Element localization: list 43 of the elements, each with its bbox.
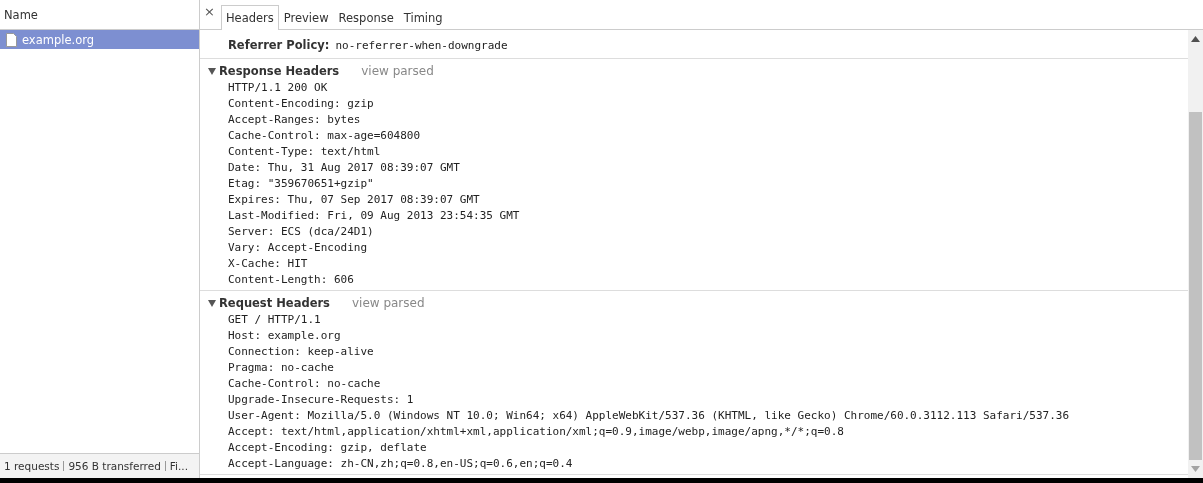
document-icon: [6, 32, 17, 47]
section-title[interactable]: Request Headers: [219, 296, 330, 310]
header-line: Accept-Language: zh-CN,zh;q=0.8,en-US;q=0.6,en;q=0.4: [227, 456, 574, 472]
header-line: Vary: Accept-Encoding: [227, 240, 369, 256]
header-line: Cache-Control: no-cache: [227, 376, 382, 392]
status-text: 1 requests: [4, 460, 60, 472]
header-line: User-Agent: Mozilla/5.0 (Windows NT 10.0; Win64; x64) AppleWebKit/537.36 (KHTML, like Gecko) Chrome/60.0.3112.113 Safari/537.36: [227, 408, 1071, 424]
tab[interactable]: Headers: [220, 5, 279, 30]
header-name: Referrer Policy:: [228, 38, 330, 52]
header-line: Content-Length: 606: [227, 272, 355, 288]
scroll-up-icon[interactable]: [1191, 36, 1200, 42]
header-line: Accept: text/html,application/xhtml+xml,application/xml;q=0.9,image/webp,image/apng,*/*;q=0.8: [227, 424, 845, 440]
header-line: Accept-Ranges: bytes: [227, 112, 362, 128]
header-line: Connection: keep-alive: [227, 344, 375, 360]
scrollbar-thumb[interactable]: [1189, 112, 1202, 460]
header-line: Cache-Control: max-age=604800: [227, 128, 422, 144]
section-title[interactable]: Response Headers: [219, 64, 340, 78]
header-line: X-Cache: HIT: [227, 256, 309, 272]
tab[interactable]: Timing: [398, 5, 448, 29]
header-line: GET / HTTP/1.1: [227, 312, 322, 328]
header-line: Content-Encoding: gzip: [227, 96, 375, 112]
header-line: Host: example.org: [227, 328, 342, 344]
expanded-triangle-icon[interactable]: [208, 299, 216, 307]
status-text: 956 B transferred: [68, 460, 161, 472]
expanded-triangle-icon[interactable]: [208, 67, 216, 75]
header-line: Upgrade-Insecure-Requests: 1: [227, 392, 415, 408]
header-line: Content-Type: text/html: [227, 144, 382, 160]
header-line: Last-Modified: Fri, 09 Aug 2013 23:54:35 GMT: [227, 208, 521, 224]
tab[interactable]: Response: [333, 5, 399, 29]
header-line: HTTP/1.1 200 OK: [227, 80, 329, 96]
header-line: Etag: "359670651+gzip": [227, 176, 375, 192]
header-line: Server: ECS (dca/24D1): [227, 224, 375, 240]
header-line: Accept-Encoding: gzip, deflate: [227, 440, 428, 456]
view-parsed-link[interactable]: view parsed: [351, 296, 425, 310]
tab[interactable]: Preview: [278, 5, 334, 29]
close-button[interactable]: ×: [202, 4, 221, 29]
header-line: Expires: Thu, 07 Sep 2017 08:39:07 GMT: [227, 192, 481, 208]
header-value: no-referrer-when-downgrade: [335, 39, 508, 52]
header-line: Pragma: no-cache: [227, 360, 335, 376]
status-text: Fi...: [169, 460, 189, 472]
view-parsed-link[interactable]: view parsed: [361, 64, 434, 78]
header-line: Date: Thu, 31 Aug 2017 08:39:07 GMT: [227, 160, 461, 176]
scrollbar[interactable]: [1188, 30, 1203, 478]
